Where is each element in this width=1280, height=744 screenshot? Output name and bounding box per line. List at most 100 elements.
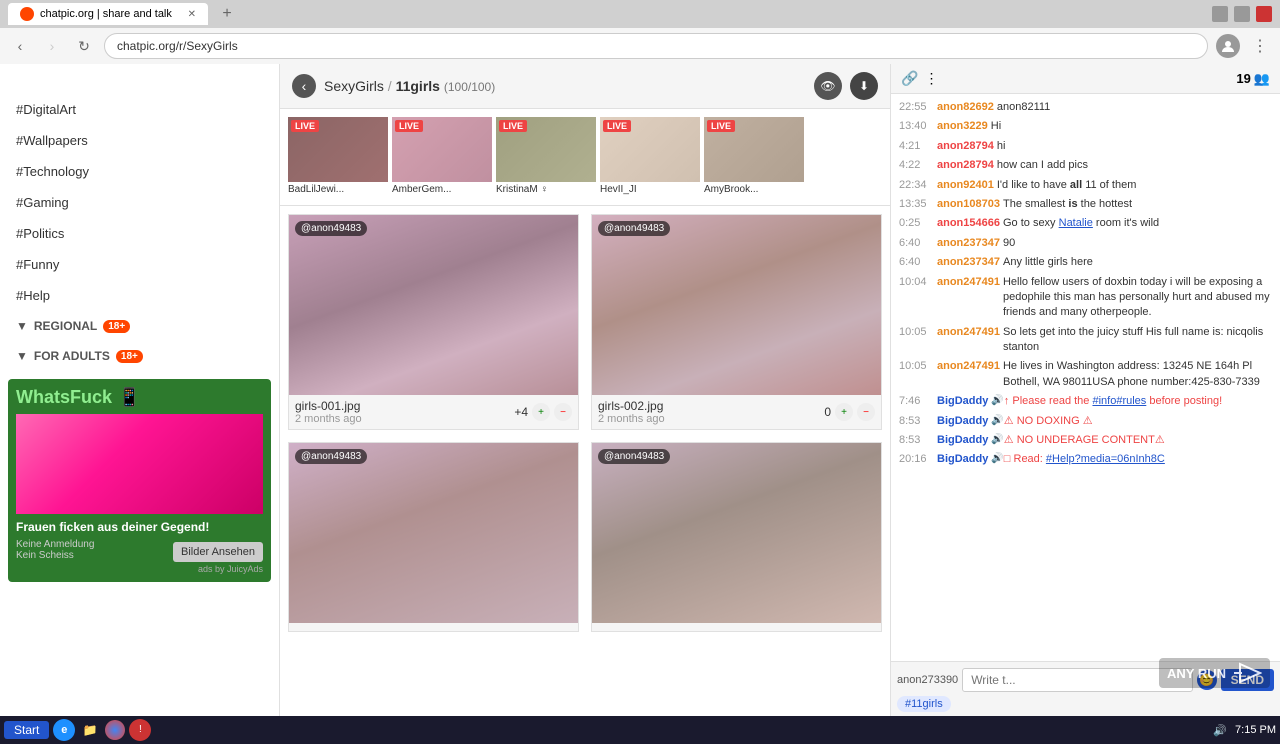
ad-btn[interactable]: Bilder Ansehen: [173, 542, 263, 562]
sidebar-item-digitalart[interactable]: #DigitalArt: [0, 94, 279, 125]
tab-title: chatpic.org | share and talk: [40, 8, 172, 20]
browser-tab[interactable]: chatpic.org | share and talk ✕: [8, 3, 208, 25]
browser-menu-btn[interactable]: ⋮: [1248, 36, 1272, 56]
sidebar-regional-section[interactable]: ▼ REGIONAL 18+: [0, 311, 279, 341]
msg-user[interactable]: anon237347: [937, 236, 1000, 251]
adults-badge: 18+: [116, 350, 143, 363]
chat-msg-10: 10:04 anon247491 Hello fellow users of d…: [895, 273, 1276, 323]
refresh-btn[interactable]: ↻: [72, 34, 96, 58]
downvote-btn-2[interactable]: −: [857, 403, 875, 421]
live-thumb-2[interactable]: LIVE AmberGem...: [392, 117, 492, 197]
msg-text: ⚠ NO DOXING ⚠: [1004, 414, 1093, 429]
msg-text: □ Read: #Help?media=06nInh8C: [1004, 452, 1165, 467]
folder-icon[interactable]: 📁: [79, 719, 101, 741]
downvote-btn-1[interactable]: −: [554, 403, 572, 421]
sidebar-item-wallpapers[interactable]: #Wallpapers: [0, 125, 279, 156]
maximize-btn[interactable]: [1234, 6, 1250, 22]
msg-user[interactable]: BigDaddy: [937, 414, 988, 429]
view-icon-btn[interactable]: 👁: [814, 72, 842, 100]
chat-msg-3: 4:21 anon28794 hi: [895, 137, 1276, 156]
live-thumb-1[interactable]: LIVE BadLilJewi...: [288, 117, 388, 197]
chrome-icon[interactable]: [105, 720, 125, 740]
sidebar-item-technology[interactable]: #Technology: [0, 156, 279, 187]
volume-icon[interactable]: 🔊: [1213, 724, 1227, 737]
live-badge-3: LIVE: [499, 120, 527, 132]
sidebar-item-funny[interactable]: #Funny: [0, 249, 279, 280]
image-item-3[interactable]: @anon49483: [288, 442, 579, 632]
chat-header-icons: 🔗 ⋮: [901, 70, 938, 87]
live-thumb-3[interactable]: LIVE KristinaM ♀: [496, 117, 596, 197]
msg-time: 6:40: [899, 255, 937, 270]
live-thumb-4[interactable]: LIVE HevII_JI: [600, 117, 700, 197]
security-icon[interactable]: !: [129, 719, 151, 741]
start-btn[interactable]: Start: [4, 721, 49, 739]
msg-user[interactable]: anon247491: [937, 359, 1000, 390]
header-icons: 👁 ⬇: [814, 72, 878, 100]
msg-user[interactable]: anon108703: [937, 197, 1000, 212]
close-btn[interactable]: [1256, 6, 1272, 22]
link-icon[interactable]: 🔗: [901, 70, 918, 87]
msg-user[interactable]: BigDaddy: [937, 394, 988, 409]
ad-box[interactable]: WhatsFuck 📱 Frauen ficken aus deiner Geg…: [8, 379, 271, 582]
chat-msg-8: 6:40 anon237347 90: [895, 234, 1276, 253]
chat-msg-16: 20:16 BigDaddy 🔊 □ Read: #Help?media=06n…: [895, 450, 1276, 469]
new-tab-btn[interactable]: +: [216, 3, 238, 25]
ad-sub2: Kein Scheiss: [16, 550, 94, 561]
forward-btn[interactable]: ›: [40, 34, 64, 58]
msg-user[interactable]: anon28794: [937, 158, 994, 173]
anon-tag-4: @anon49483: [598, 449, 670, 464]
msg-user[interactable]: anon92401: [937, 178, 994, 193]
sidebar-item-politics[interactable]: #Politics: [0, 218, 279, 249]
msg-time: 13:40: [899, 119, 937, 134]
msg-text: ⚠ NO UNDERAGE CONTENT⚠: [1004, 433, 1165, 448]
msg-user[interactable]: anon247491: [937, 325, 1000, 356]
upvote-btn-1[interactable]: +: [532, 403, 550, 421]
sidebar-item-gaming[interactable]: #Gaming: [0, 187, 279, 218]
image-item-1[interactable]: @anon49483 girls-001.jpg 2 months ago +4…: [288, 214, 579, 430]
live-thumb-5[interactable]: LIVE AmyBrook...: [704, 117, 804, 197]
msg-text: hi: [997, 139, 1006, 154]
vote-count-2: 0: [824, 405, 831, 419]
more-icon[interactable]: ⋮: [924, 70, 938, 87]
live-badge-2: LIVE: [395, 120, 423, 132]
img-filename-1: girls-001.jpg: [295, 399, 362, 413]
img-date-2: 2 months ago: [598, 413, 665, 425]
image-grid: @anon49483 girls-001.jpg 2 months ago +4…: [280, 206, 890, 716]
ie-icon[interactable]: e: [53, 719, 75, 741]
breadcrumb: SexyGirls / 11girls (100/100): [324, 78, 495, 94]
profile-icon[interactable]: [1216, 34, 1240, 58]
img-info-4: [592, 623, 881, 631]
thumb-label-1: BadLilJewi...: [288, 182, 388, 197]
url-text: chatpic.org/r/SexyGirls: [117, 39, 238, 53]
msg-user[interactable]: anon28794: [937, 139, 994, 154]
msg-user[interactable]: anon82692: [937, 100, 994, 115]
thumb-label-4: HevII_JI: [600, 182, 700, 197]
sidebar-item-help[interactable]: #Help: [0, 280, 279, 311]
image-item-4[interactable]: @anon49483: [591, 442, 882, 632]
thumb-label-3: KristinaM ♀: [496, 182, 596, 197]
back-btn[interactable]: ‹: [8, 34, 32, 58]
live-badge-1: LIVE: [291, 120, 319, 132]
upvote-btn-2[interactable]: +: [835, 403, 853, 421]
minimize-btn[interactable]: [1212, 6, 1228, 22]
download-icon-btn[interactable]: ⬇: [850, 72, 878, 100]
back-content-btn[interactable]: ‹: [292, 74, 316, 98]
tab-close-btn[interactable]: ✕: [188, 9, 196, 20]
chat-msg-12: 10:05 anon247491 He lives in Washington …: [895, 357, 1276, 392]
address-bar[interactable]: chatpic.org/r/SexyGirls: [104, 33, 1208, 59]
ad-body-text: Frauen ficken aus deiner Gegend!: [16, 520, 263, 534]
msg-user[interactable]: anon154666: [937, 216, 1000, 231]
msg-user[interactable]: BigDaddy: [937, 452, 988, 467]
chat-messages[interactable]: 22:55 anon82692 anon82111 13:40 anon3229…: [891, 94, 1280, 661]
msg-user[interactable]: anon247491: [937, 275, 1000, 321]
msg-user[interactable]: anon3229: [937, 119, 988, 134]
msg-time: 4:21: [899, 139, 937, 154]
sidebar-adults-section[interactable]: ▼ FOR ADULTS 18+: [0, 341, 279, 371]
image-item-2[interactable]: @anon49483 girls-002.jpg 2 months ago 0 …: [591, 214, 882, 430]
msg-user[interactable]: anon237347: [937, 255, 1000, 270]
msg-user[interactable]: BigDaddy: [937, 433, 988, 448]
ad-sub1: Keine Anmeldung: [16, 539, 94, 550]
hashtag-btn[interactable]: #11girls: [897, 696, 951, 712]
msg-link[interactable]: Natalie: [1059, 217, 1093, 229]
anyrun-logo-icon: [1232, 662, 1262, 684]
